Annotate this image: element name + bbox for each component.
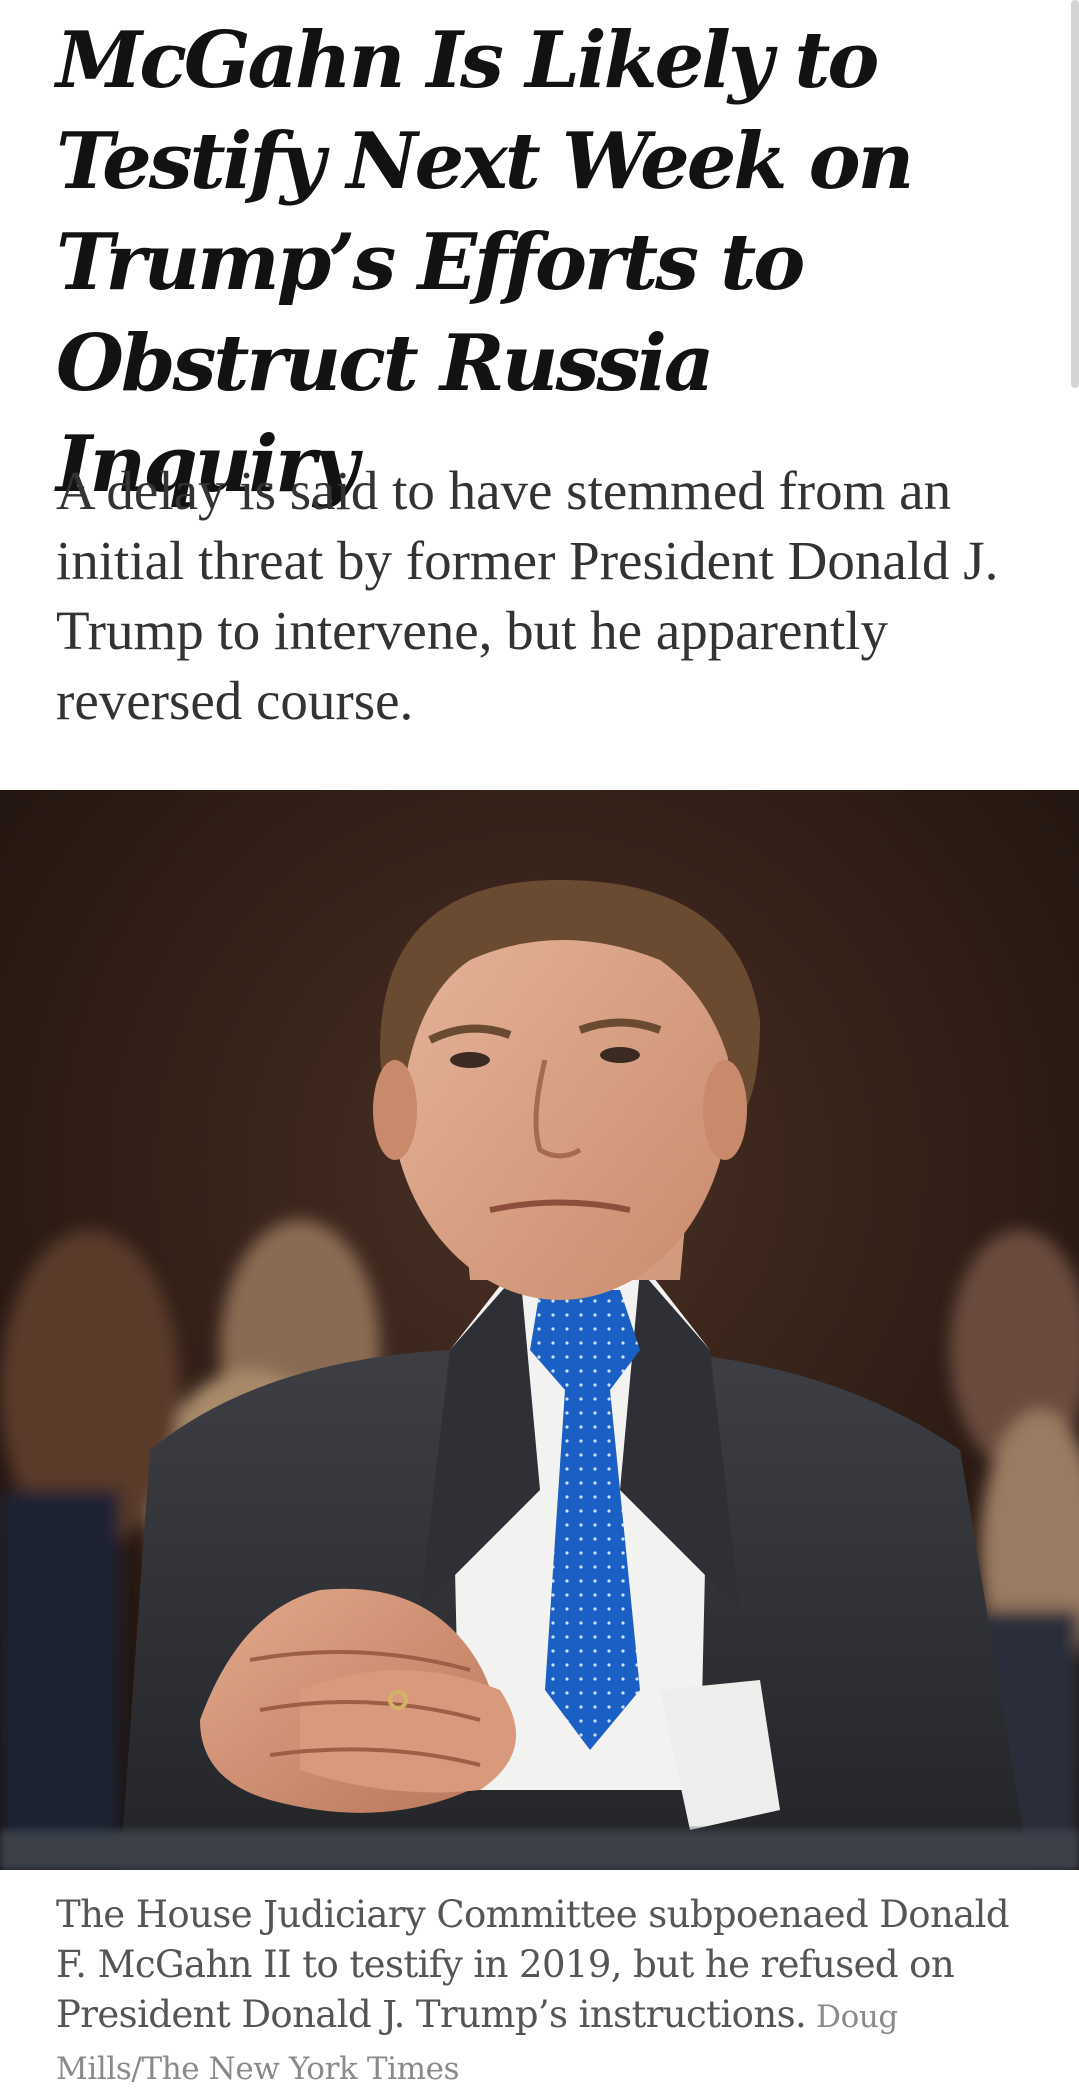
article-headline: McGahn Is Likely to Testify Next Week on… <box>56 15 914 510</box>
lead-photo[interactable] <box>0 790 1079 1870</box>
article-summary: A delay is said to have stemmed from an … <box>56 460 999 731</box>
photo-caption: The House Judiciary Committee subpoenaed… <box>56 1890 1046 2094</box>
lead-photo-illustration <box>0 790 1079 1870</box>
scroll-indicator[interactable] <box>1071 0 1079 388</box>
